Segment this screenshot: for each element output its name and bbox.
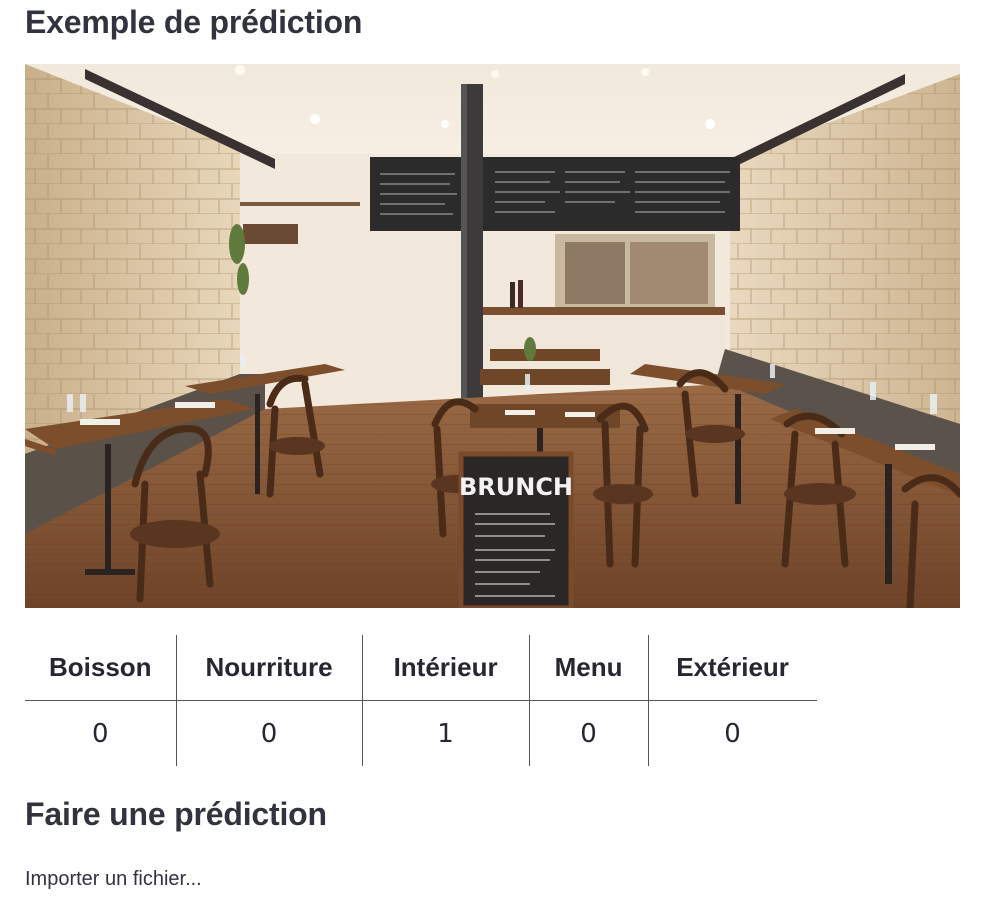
value-menu: 0 — [528, 700, 649, 766]
header-nourriture: Nourriture — [175, 635, 363, 701]
table-row: 0 0 1 0 0 — [25, 700, 817, 766]
value-boisson: 0 — [25, 700, 177, 766]
header-menu: Menu — [528, 635, 649, 701]
example-image: BRUNCH — [25, 64, 960, 608]
header-exterieur: Extérieur — [647, 635, 817, 701]
file-upload-button[interactable]: Importer un fichier... — [25, 868, 202, 891]
example-section-title: Exemple de prédiction — [25, 4, 363, 40]
header-interieur: Intérieur — [361, 635, 530, 701]
predict-section-title: Faire une prédiction — [25, 796, 327, 832]
prediction-table: Boisson Nourriture Intérieur Menu Extéri… — [25, 635, 817, 766]
value-nourriture: 0 — [175, 700, 363, 766]
brunch-chalkboard-text: BRUNCH — [459, 473, 573, 501]
value-exterieur: 0 — [647, 700, 817, 766]
value-interieur: 1 — [361, 700, 530, 766]
header-boisson: Boisson — [25, 635, 177, 701]
table-header-row: Boisson Nourriture Intérieur Menu Extéri… — [25, 635, 817, 701]
